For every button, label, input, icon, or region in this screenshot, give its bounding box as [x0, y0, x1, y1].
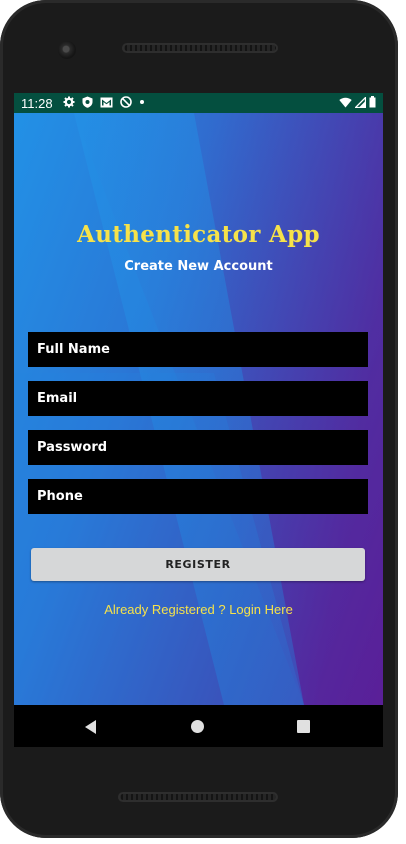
navigation-bar — [14, 705, 383, 747]
register-screen: Authenticator App Create New Account REG… — [14, 113, 383, 705]
earpiece-speaker — [122, 43, 278, 53]
phone-screen: 11:28 Authenticator App Create New Accou… — [14, 93, 383, 747]
bottom-speaker — [118, 792, 278, 802]
status-bar: 11:28 — [14, 93, 383, 113]
app-title: Authenticator App — [77, 221, 320, 248]
status-time: 11:28 — [21, 96, 53, 111]
dot-icon — [139, 96, 145, 112]
phone-field[interactable] — [28, 479, 368, 514]
phone-frame: 11:28 Authenticator App Create New Accou… — [0, 0, 398, 838]
recents-icon[interactable] — [297, 720, 310, 733]
wifi-icon — [339, 96, 352, 111]
notification-icons — [63, 96, 145, 112]
register-button[interactable]: REGISTER — [31, 548, 365, 581]
signal-icon — [353, 95, 367, 111]
battery-icon — [369, 96, 376, 111]
password-field[interactable] — [28, 430, 368, 465]
system-icons — [339, 95, 376, 111]
shield-icon — [82, 96, 93, 112]
email-field[interactable] — [28, 381, 368, 416]
home-icon[interactable] — [191, 720, 204, 733]
dnd-icon — [120, 96, 132, 112]
back-icon[interactable] — [85, 720, 96, 734]
gmail-icon — [100, 97, 113, 112]
full-name-field[interactable] — [28, 332, 368, 367]
gear-icon — [63, 96, 75, 112]
camera-icon — [58, 41, 76, 59]
login-link[interactable]: Already Registered ? Login Here — [14, 602, 383, 617]
page-subtitle: Create New Account — [124, 259, 273, 274]
